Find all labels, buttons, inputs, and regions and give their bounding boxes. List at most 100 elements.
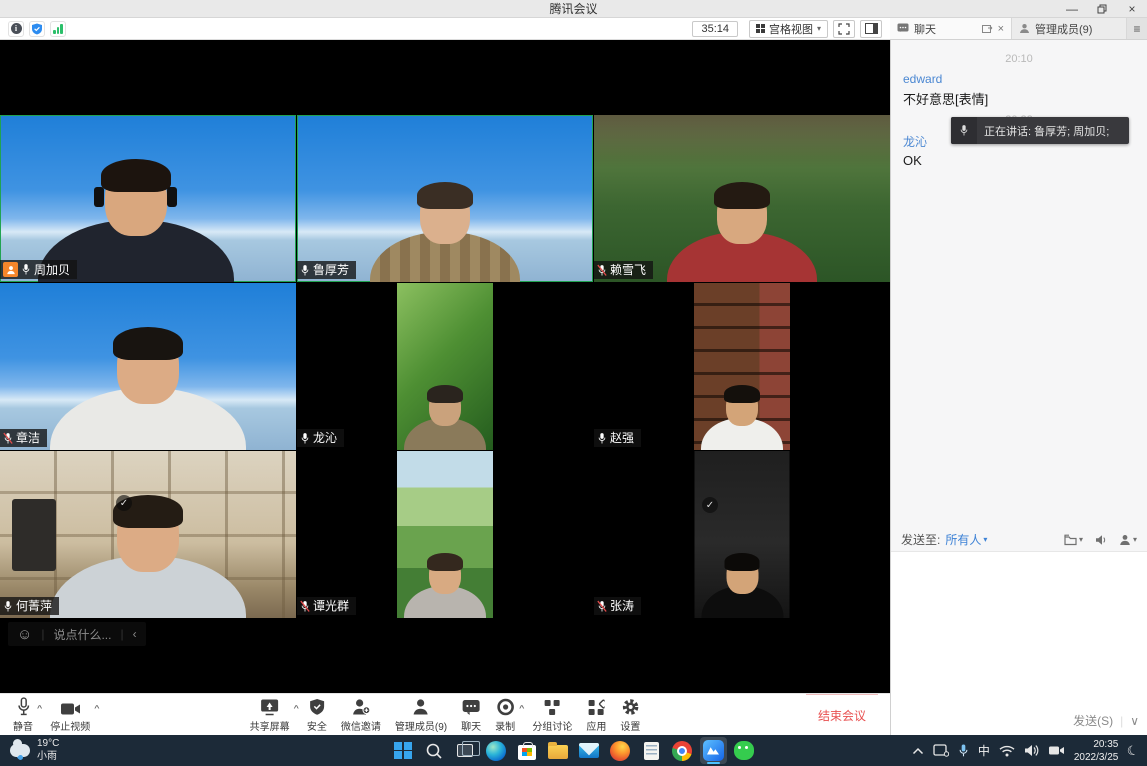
restore-button[interactable] [1087, 0, 1117, 18]
video-tile-zhangjie[interactable]: 章洁 [0, 283, 296, 450]
tab-manage-members[interactable]: 管理成员(9) [1011, 18, 1127, 39]
emoji-icon[interactable]: ☺ [17, 627, 32, 642]
manage-members-button[interactable]: 管理成员(9) [388, 694, 454, 735]
video-tile-laixuefei[interactable]: 赖雪飞 [594, 115, 890, 282]
store-icon [518, 745, 536, 760]
meeting-info-button[interactable]: i [8, 21, 24, 37]
camera-tray-icon[interactable] [1048, 745, 1065, 756]
microphone-icon [16, 697, 31, 716]
stop-video-button[interactable]: 停止视频 [43, 694, 97, 735]
file-explorer-button[interactable] [545, 737, 572, 764]
mail-button[interactable] [576, 737, 603, 764]
chat-input[interactable] [891, 552, 1147, 708]
send-to-value: 所有人 [945, 531, 981, 548]
tablet-device-icon[interactable] [933, 744, 949, 757]
tencent-meeting-taskbar-button[interactable] [700, 737, 727, 764]
record-options-chevron[interactable]: ^ [519, 704, 524, 712]
tab-chat[interactable]: 聊天 × [890, 18, 1011, 39]
chrome-button[interactable] [669, 737, 696, 764]
wechat-invite-button[interactable]: 微信邀请 [334, 694, 388, 735]
send-to-selector[interactable]: 所有人 ▾ [945, 531, 987, 548]
window-title: 腾讯会议 [0, 0, 1147, 18]
taskbar-center-icons [390, 735, 758, 766]
video-tile-zhoujiabei[interactable]: 周加贝 [0, 115, 296, 282]
security-button[interactable]: 安全 [300, 694, 334, 735]
member-icon [1019, 23, 1030, 34]
audio-button[interactable] [1095, 534, 1107, 546]
folder-icon [548, 745, 568, 759]
taskbar-clock[interactable]: 20:35 2022/3/25 [1074, 738, 1119, 764]
wechat-button[interactable] [731, 737, 758, 764]
start-button[interactable] [390, 737, 417, 764]
record-button[interactable]: 录制 [488, 694, 522, 735]
message-text: OK [903, 153, 1135, 168]
panel-menu-button[interactable]: ≡ [1127, 18, 1147, 39]
video-tile-luhoufang[interactable]: 鲁厚芳 [297, 115, 593, 282]
popout-panel-icon[interactable] [982, 24, 993, 34]
send-file-button[interactable]: ▾ [1064, 534, 1083, 546]
share-screen-button[interactable]: 共享屏幕 [243, 694, 297, 735]
participant-video [50, 332, 246, 450]
send-options-chevron[interactable]: ∨ [1130, 714, 1139, 728]
toggle-sidebar-button[interactable] [860, 20, 882, 38]
firefox-button[interactable] [607, 737, 634, 764]
mention-member-button[interactable]: ▾ [1119, 534, 1137, 546]
window-titlebar[interactable]: 腾讯会议 — × [0, 0, 1147, 18]
chat-message-list[interactable]: 20:10 edward 不好意思[表情] 20:22 龙沁 OK [891, 40, 1147, 528]
video-tile-longqin[interactable]: 龙沁 [297, 283, 593, 450]
participant-video [694, 283, 790, 450]
quick-chat-input[interactable]: 说点什么... [53, 626, 111, 643]
participant-name-badge: 龙沁 [297, 429, 344, 447]
collapse-chat-icon[interactable]: ‹ [133, 627, 137, 641]
side-panel-tabs: 聊天 × 管理成员(9) ≡ [890, 18, 1147, 40]
invite-member-icon [351, 697, 370, 716]
mic-options-chevron[interactable]: ^ [37, 704, 42, 712]
participant-video [50, 500, 246, 618]
layout-view-button[interactable]: 宫格视图 ▾ [749, 20, 828, 38]
close-button[interactable]: × [1117, 0, 1147, 18]
mic-muted-icon [300, 600, 310, 613]
mute-button[interactable]: 静音 [6, 694, 40, 735]
security-status-button[interactable] [29, 21, 45, 37]
close-panel-icon[interactable]: × [998, 23, 1004, 35]
notepad-button[interactable] [638, 737, 665, 764]
notepad-icon [644, 742, 659, 760]
mic-icon [300, 432, 310, 445]
video-tile-zhangtao[interactable]: ✓ 张涛 [594, 451, 890, 618]
night-mode-icon[interactable]: ☾ [1125, 741, 1140, 759]
network-signal-button[interactable] [50, 21, 66, 37]
apps-button[interactable]: 应用 [579, 694, 613, 735]
grid-view-icon [756, 24, 765, 33]
task-view-button[interactable] [452, 737, 479, 764]
hidden-icons-button[interactable] [912, 747, 924, 755]
divider: | [1120, 714, 1123, 728]
video-options-chevron[interactable]: ^ [94, 704, 99, 712]
participant-name-badge: 章洁 [0, 429, 47, 447]
security-shield-icon [308, 697, 325, 716]
video-tile-hejingping[interactable]: ✓ 何菁萍 [0, 451, 296, 618]
edge-browser-button[interactable] [483, 737, 510, 764]
quick-chat-bar[interactable]: ☺ | 说点什么... | ‹ [8, 622, 146, 646]
send-button[interactable]: 发送(S) [1073, 712, 1113, 729]
mic-icon [3, 600, 13, 613]
taskbar-weather-widget[interactable]: 19°C 小雨 [10, 735, 59, 766]
settings-button[interactable]: 设置 [613, 694, 647, 735]
fullscreen-button[interactable] [833, 20, 855, 38]
restore-icon [1097, 4, 1107, 14]
breakout-rooms-button[interactable]: 分组讨论 [525, 694, 579, 735]
microphone-tray-icon[interactable] [958, 743, 969, 758]
apps-icon [588, 697, 605, 716]
video-tile-zhaoqiang[interactable]: 赵强 [594, 283, 890, 450]
search-button[interactable] [421, 737, 448, 764]
minimize-button[interactable]: — [1057, 0, 1087, 18]
share-options-chevron[interactable]: ^ [294, 704, 299, 712]
participant-name-badge: 张涛 [594, 597, 641, 615]
ime-indicator[interactable]: 中 [978, 742, 990, 759]
video-tile-tanguangqun[interactable]: 谭光群 [297, 451, 593, 618]
chat-button[interactable]: 聊天 [454, 694, 488, 735]
end-meeting-button[interactable]: 结束会议 [806, 694, 878, 735]
volume-icon[interactable] [1024, 744, 1039, 757]
microsoft-store-button[interactable] [514, 737, 541, 764]
wifi-icon[interactable] [999, 745, 1015, 757]
participant-name: 张涛 [610, 599, 634, 613]
